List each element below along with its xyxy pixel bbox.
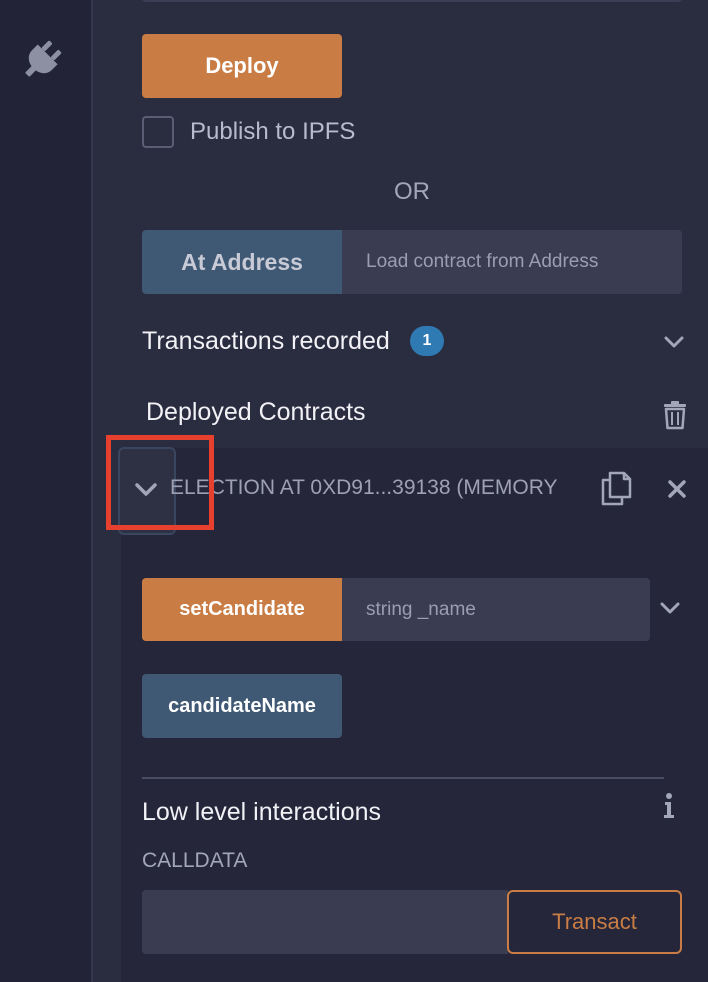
at-address-input[interactable] bbox=[342, 230, 682, 294]
transactions-recorded-title[interactable]: Transactions recorded bbox=[142, 327, 390, 356]
at-address-button[interactable]: At Address bbox=[142, 230, 342, 294]
calldata-input[interactable] bbox=[142, 890, 508, 954]
or-separator: OR bbox=[394, 178, 430, 205]
contract-instance-name: ELECTION AT 0XD91...39138 (MEMORY bbox=[170, 476, 558, 499]
candidate-name-button[interactable]: candidateName bbox=[142, 674, 342, 738]
icon-rail bbox=[0, 0, 93, 982]
set-candidate-name-input[interactable] bbox=[342, 578, 650, 641]
plug-icon[interactable] bbox=[18, 36, 66, 84]
trash-icon[interactable] bbox=[662, 400, 688, 430]
transact-button[interactable]: Transact bbox=[507, 890, 682, 954]
copy-icon[interactable] bbox=[600, 470, 632, 506]
info-icon[interactable] bbox=[660, 792, 678, 820]
highlight-annotation bbox=[106, 435, 214, 530]
panel-top-edge bbox=[142, 0, 682, 2]
deployed-contracts-title: Deployed Contracts bbox=[146, 398, 366, 426]
section-divider bbox=[142, 777, 664, 779]
close-icon[interactable] bbox=[666, 478, 688, 500]
chevron-down-icon[interactable] bbox=[662, 330, 686, 354]
calldata-label: CALLDATA bbox=[142, 849, 248, 872]
chevron-down-icon[interactable] bbox=[658, 596, 682, 620]
publish-ipfs-checkbox[interactable] bbox=[142, 116, 174, 148]
publish-ipfs-label: Publish to IPFS bbox=[190, 118, 356, 145]
low-level-interactions-title: Low level interactions bbox=[142, 798, 382, 826]
deploy-button[interactable]: Deploy bbox=[142, 34, 342, 98]
set-candidate-button[interactable]: setCandidate bbox=[142, 578, 342, 641]
transactions-count-badge: 1 bbox=[410, 326, 444, 356]
